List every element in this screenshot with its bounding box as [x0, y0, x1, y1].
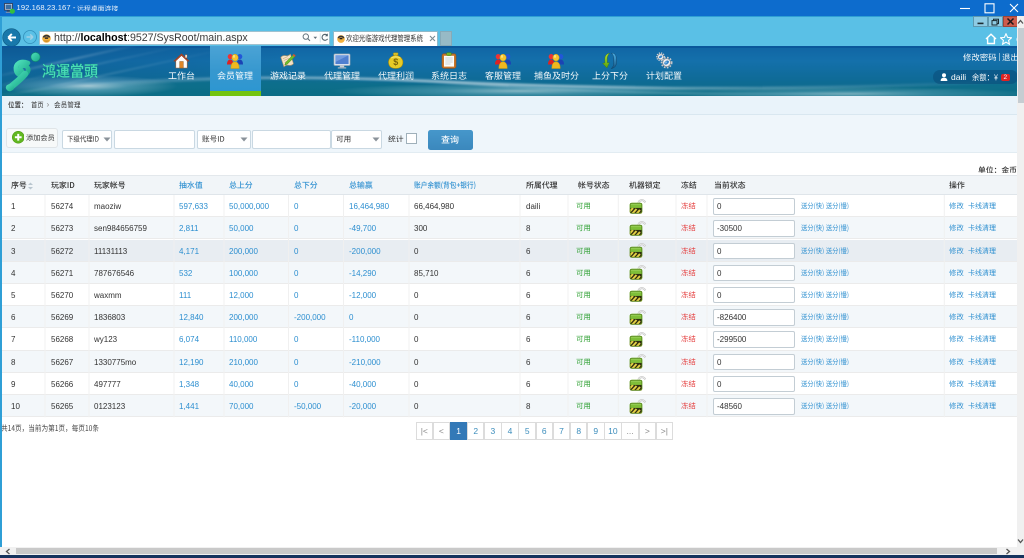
svg-text:$: $: [393, 57, 398, 67]
